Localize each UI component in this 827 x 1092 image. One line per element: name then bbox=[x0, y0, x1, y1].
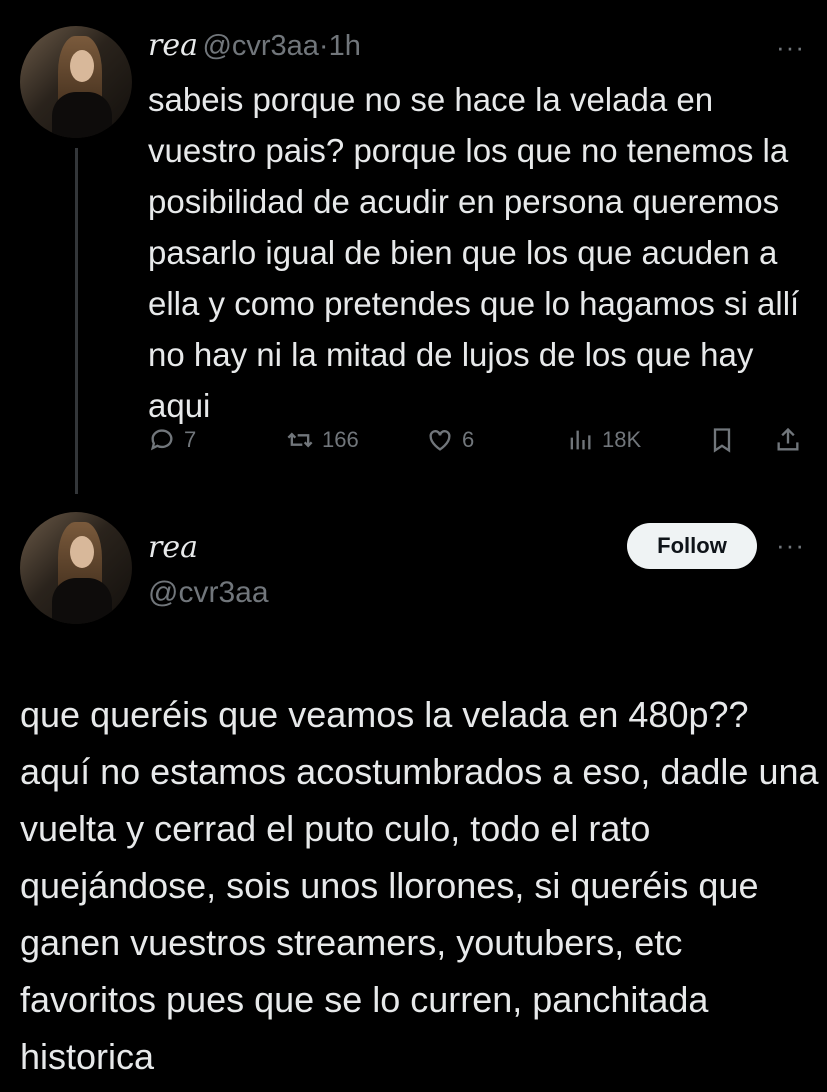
retweet-count: 166 bbox=[322, 427, 359, 452]
author-handle[interactable]: @cvr3aa bbox=[202, 30, 318, 62]
reply-button[interactable]: 7 bbox=[148, 426, 196, 454]
tweet-actions: 7 166 6 18K bbox=[148, 426, 818, 460]
share-icon bbox=[777, 427, 799, 451]
reply-icon bbox=[150, 429, 173, 451]
tweet-text: sabeis porque no se hace la velada en vu… bbox=[148, 81, 800, 424]
avatar[interactable] bbox=[20, 512, 132, 624]
author-name[interactable]: rea bbox=[148, 530, 198, 565]
like-icon bbox=[429, 430, 451, 451]
follow-button[interactable]: Follow bbox=[627, 523, 757, 569]
views-icon bbox=[570, 430, 591, 450]
bookmark-icon bbox=[713, 428, 731, 453]
share-button[interactable] bbox=[774, 426, 810, 454]
tweet-header: rea @cvr3aa·1h bbox=[148, 28, 361, 63]
timestamp[interactable]: 1h bbox=[329, 30, 361, 62]
like-button[interactable]: 6 bbox=[426, 426, 474, 454]
tweet-text: que queréis que veamos la velada en 480p… bbox=[20, 694, 819, 1077]
like-count: 6 bbox=[462, 427, 475, 452]
separator: · bbox=[318, 30, 329, 62]
bookmark-button[interactable] bbox=[708, 426, 744, 454]
thread-line bbox=[75, 148, 78, 494]
retweet-button[interactable]: 166 bbox=[286, 426, 359, 454]
views-count: 18K bbox=[602, 427, 642, 452]
views-button[interactable]: 18K bbox=[566, 426, 641, 454]
retweet-icon bbox=[287, 432, 313, 448]
avatar[interactable] bbox=[20, 26, 132, 138]
more-icon[interactable]: ··· bbox=[776, 530, 805, 561]
author-name[interactable]: rea bbox=[148, 28, 198, 63]
author-handle[interactable]: @cvr3aa bbox=[148, 576, 269, 610]
more-icon[interactable]: ··· bbox=[776, 32, 805, 63]
reply-count: 7 bbox=[184, 427, 197, 452]
